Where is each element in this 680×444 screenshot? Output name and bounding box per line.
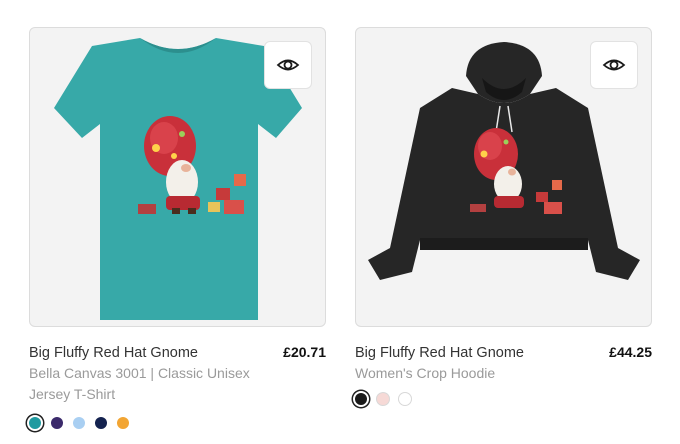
eye-icon — [276, 59, 300, 71]
color-swatch[interactable] — [355, 393, 367, 405]
color-swatch[interactable] — [95, 417, 107, 429]
color-swatches — [29, 417, 326, 429]
color-swatch[interactable] — [51, 417, 63, 429]
color-swatch[interactable] — [73, 417, 85, 429]
product-price: £20.71 — [283, 344, 326, 360]
color-swatch[interactable] — [377, 393, 389, 405]
product-image[interactable] — [29, 27, 326, 327]
product-image[interactable] — [355, 27, 652, 327]
product-subtitle: Bella Canvas 3001 | Classic Unisex Jerse… — [29, 365, 250, 402]
color-swatch[interactable] — [29, 417, 41, 429]
product-title[interactable]: Big Fluffy Red Hat Gnome — [29, 345, 198, 361]
color-swatch[interactable] — [117, 417, 129, 429]
product-title[interactable]: Big Fluffy Red Hat Gnome — [355, 345, 524, 361]
color-swatches — [355, 393, 652, 405]
product-card[interactable]: Big Fluffy Red Hat Gnome £20.71 Bella Ca… — [29, 27, 326, 429]
product-subtitle: Women's Crop Hoodie — [355, 365, 496, 381]
product-card[interactable]: Big Fluffy Red Hat Gnome £44.25 Women's … — [355, 27, 652, 405]
product-info: Big Fluffy Red Hat Gnome £44.25 Women's … — [355, 344, 652, 405]
product-info: Big Fluffy Red Hat Gnome £20.71 Bella Ca… — [29, 344, 326, 429]
eye-icon — [602, 59, 626, 71]
product-price: £44.25 — [609, 344, 652, 360]
color-swatch[interactable] — [399, 393, 411, 405]
quick-view-button[interactable] — [264, 41, 312, 89]
quick-view-button[interactable] — [590, 41, 638, 89]
